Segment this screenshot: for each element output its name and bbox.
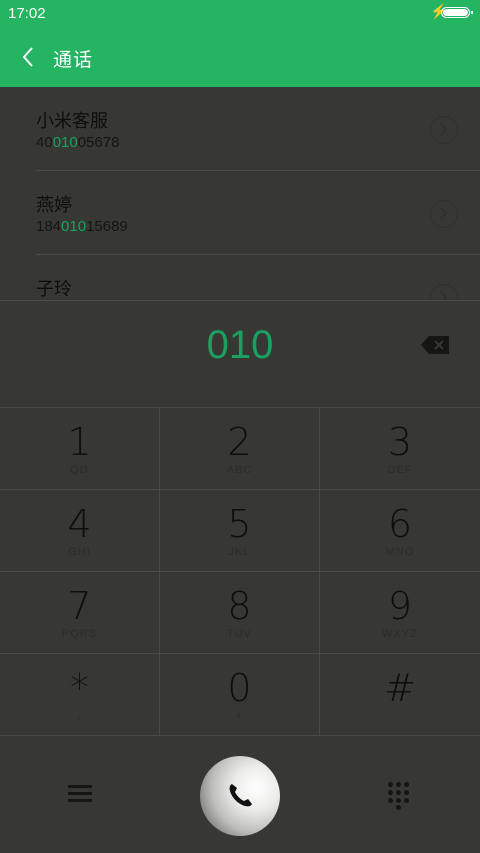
contact-row[interactable]: 子玲	[0, 255, 480, 300]
key-digit: 8	[227, 584, 252, 628]
key-letters: PQRS	[61, 628, 98, 640]
number-suffix: 05678	[77, 134, 120, 151]
contact-name: 小米客服	[36, 111, 108, 132]
key-letters: WXYZ	[382, 628, 418, 640]
dialpad-icon[interactable]	[386, 780, 414, 810]
app-bar: 通话	[0, 27, 480, 87]
key-1[interactable]: 1 QD	[0, 408, 160, 490]
number-suffix: 15689	[86, 218, 128, 235]
key-3[interactable]: 3 DEF	[320, 408, 480, 490]
page-title: 通话	[53, 49, 94, 71]
number-prefix: 184	[36, 218, 62, 235]
phone-icon	[229, 784, 252, 807]
contact-name: 子玲	[36, 279, 72, 300]
key-2[interactable]: 2 ABC	[160, 408, 320, 490]
bottom-bar	[0, 738, 480, 853]
key-digit: #	[384, 666, 416, 710]
battery-icon	[441, 7, 473, 18]
key-digit: 4	[67, 502, 92, 546]
key-letters: JKL	[228, 546, 251, 558]
number-match: 010	[61, 218, 87, 235]
key-digit: 5	[227, 502, 252, 546]
key-6[interactable]: 6 MNO	[320, 490, 480, 572]
key-letters: +	[235, 710, 244, 722]
dial-input-bar: 010	[0, 300, 480, 408]
contact-number: 4001005678	[36, 134, 119, 151]
key-letters: TUV	[227, 628, 252, 640]
key-digit: *	[70, 666, 89, 710]
key-letters: ABC	[226, 464, 253, 476]
key-8[interactable]: 8 TUV	[160, 572, 320, 654]
key-7[interactable]: 7 PQRS	[0, 572, 160, 654]
key-digit: 1	[67, 420, 92, 464]
dialed-number[interactable]: 010	[0, 323, 480, 368]
contact-number: 18401015689	[36, 218, 128, 235]
number-match: 010	[52, 134, 78, 151]
chevron-right-icon[interactable]	[430, 200, 458, 228]
chevron-right-icon[interactable]	[430, 116, 458, 144]
key-5[interactable]: 5 JKL	[160, 490, 320, 572]
key-digit: 9	[387, 584, 413, 628]
key-letters: MNO	[385, 546, 415, 558]
backspace-icon[interactable]	[420, 334, 452, 356]
key-hash[interactable]: #	[320, 654, 480, 736]
contact-row[interactable]: 燕婷 18401015689	[0, 171, 480, 255]
key-letters: DEF	[387, 464, 413, 476]
key-digit: 7	[67, 584, 92, 628]
call-button[interactable]	[200, 756, 280, 836]
key-letters: GHI	[68, 546, 91, 558]
menu-icon[interactable]	[66, 782, 94, 806]
dialpad: 1 QD 2 ABC 3 DEF 4 GHI 5 JKL 6 MNO 7 PQR…	[0, 408, 480, 738]
key-digit: 2	[227, 420, 252, 464]
key-9[interactable]: 9 WXYZ	[320, 572, 480, 654]
key-digit: 0	[227, 666, 252, 710]
key-digit: 3	[387, 420, 413, 464]
key-digit: 6	[387, 502, 413, 546]
contact-results-list: 小米客服 4001005678 燕婷 18401015689 子玲	[0, 87, 480, 300]
key-0[interactable]: 0 +	[160, 654, 320, 736]
number-prefix: 40	[36, 134, 53, 151]
contact-name: 燕婷	[36, 195, 72, 216]
status-bar: 17:02 ⚡	[0, 0, 480, 27]
chevron-left-icon[interactable]	[18, 41, 42, 73]
status-time: 17:02	[8, 5, 46, 22]
key-4[interactable]: 4 GHI	[0, 490, 160, 572]
key-star[interactable]: * ,	[0, 654, 160, 736]
key-letters: QD	[70, 464, 89, 476]
key-letters: ,	[77, 710, 82, 722]
contact-row[interactable]: 小米客服 4001005678	[0, 87, 480, 171]
chevron-right-icon[interactable]	[430, 284, 458, 300]
